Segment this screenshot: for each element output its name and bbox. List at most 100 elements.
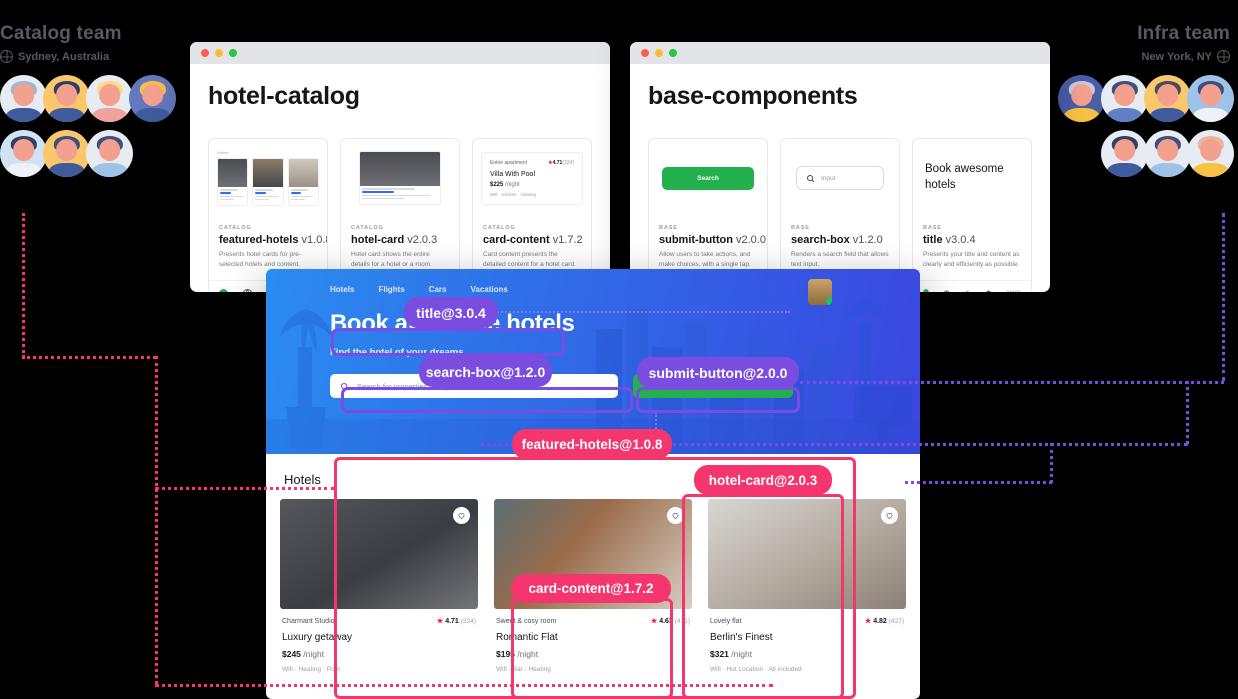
avatar xyxy=(1101,75,1148,122)
component-meta: BASE title v3.0.4 Presents your title an… xyxy=(913,217,1031,280)
star-icon: ★ xyxy=(436,618,444,625)
canvas: Catalog team Sydney, Australia Infra tea… xyxy=(0,0,1238,699)
hotel-name: Luxury getaway xyxy=(282,632,353,643)
component-preview xyxy=(341,139,459,217)
hotel-rating: 4.71 xyxy=(445,617,459,625)
hotel-card[interactable]: Lovely flat ★ 4.82 (427) Berlin's Finest $… xyxy=(708,499,906,673)
favorite-button[interactable] xyxy=(453,507,470,524)
hotel-card[interactable]: Charmant Studio ★ 4.71 (324) Luxury getawa… xyxy=(280,499,478,673)
hotel-rating-row: ★ 4.71 (324) xyxy=(436,617,476,626)
connector-pink-left-h2 xyxy=(155,487,335,490)
hotel-top-row: Sweet & cosy room ★ 4.63 (471) xyxy=(496,617,690,626)
close-icon[interactable] xyxy=(641,49,649,57)
preview-search-input[interactable]: Input xyxy=(796,166,884,190)
hotel-price: $195 xyxy=(496,649,515,659)
maximize-icon[interactable] xyxy=(229,49,237,57)
minimize-icon[interactable] xyxy=(655,49,663,57)
nav-item-hotels[interactable]: Hotels xyxy=(330,285,354,294)
mini-card-amenities: Wifi · Kitchen · Heating xyxy=(490,191,537,197)
component-version: v1.2.0 xyxy=(852,234,883,246)
hero-subheading: Find the hotel of your dreams xyxy=(330,347,464,358)
team-infra-location-row: New York, NY xyxy=(1058,50,1230,63)
badge-title[interactable]: title@3.0.4 xyxy=(404,297,498,328)
component-preview: Book awesome hotels xyxy=(913,139,1031,217)
team-infra-location: New York, NY xyxy=(1141,50,1212,63)
connector-pink-left-h1 xyxy=(22,356,156,359)
team-catalog-location-row: Sydney, Australia xyxy=(0,50,172,63)
minimize-icon[interactable] xyxy=(215,49,223,57)
component-name-row: submit-button v2.0.0 xyxy=(659,234,766,246)
component-name-row: search-box v1.2.0 xyxy=(791,234,889,246)
badge-featured-hotels[interactable]: featured-hotels@1.0.8 xyxy=(512,429,672,459)
component-description: Presents hotel cards for pre-selected ho… xyxy=(219,251,302,269)
connector-purple-right-v3 xyxy=(1050,443,1053,483)
close-icon[interactable] xyxy=(201,49,209,57)
avatar xyxy=(1187,130,1234,177)
favorite-button[interactable] xyxy=(667,507,684,524)
hotel-price: $321 xyxy=(710,649,729,659)
window-base-components[interactable]: base-components Search BASE submit-butto… xyxy=(630,42,1050,292)
component-kind: CATALOG xyxy=(351,225,384,231)
nav-item-vacations[interactable]: Vacations xyxy=(470,285,507,294)
mini-card-kind: Entire apartment xyxy=(490,159,527,166)
favorite-button[interactable] xyxy=(881,507,898,524)
maximize-icon[interactable] xyxy=(669,49,677,57)
hotel-rating-row: ★ 4.63 (471) xyxy=(651,617,690,626)
component-name-row: card-content v1.7.2 xyxy=(483,234,583,246)
hotel-top-row: Lovely flat ★ 4.82 (427) xyxy=(710,617,904,626)
hotel-kind: Sweet & cosy room xyxy=(496,617,557,625)
titlebar[interactable] xyxy=(190,42,610,64)
hotel-per: /night xyxy=(517,649,539,659)
hotel-photo xyxy=(280,499,478,609)
component-name-row: hotel-card v2.0.3 xyxy=(351,234,449,246)
avatar xyxy=(43,75,90,122)
component-preview: Hotels xyxy=(209,139,327,217)
preview-section-label: Hotels xyxy=(217,150,229,156)
mini-card-rating-row: ★4.71(324) xyxy=(548,160,574,166)
mini-card-top: Entire apartment ★4.71(324) xyxy=(490,160,574,166)
hotel-name: Romantic Flat xyxy=(496,632,558,643)
component-size: 98KB xyxy=(1006,291,1021,292)
heart-icon xyxy=(886,513,893,519)
hotel-info: Sweet & cosy room ★ 4.63 (471) Romantic Fl… xyxy=(494,609,692,674)
badge-submit-button[interactable]: submit-button@2.0.0 xyxy=(637,357,799,388)
hotel-rating-row: ★ 4.82 (427) xyxy=(865,617,904,626)
mini-hotel-card: Entire apartment ★4.71(324) Villa With P… xyxy=(481,151,583,205)
component-kind: CATALOG xyxy=(483,225,516,231)
avatar xyxy=(0,130,47,177)
window-hotel-catalog[interactable]: hotel-catalog Hotels CATALOG featured-ho… xyxy=(190,42,610,292)
nav-item-flights[interactable]: Flights xyxy=(378,285,404,294)
titlebar[interactable] xyxy=(630,42,1050,64)
component-card-title[interactable]: Book awesome hotels BASE title v3.0.4 Pr… xyxy=(912,138,1032,292)
hotel-kind: Charmant Studio xyxy=(282,617,335,625)
hotel-per: /night xyxy=(731,649,753,659)
component-description: Hotel card shows the entire details for … xyxy=(351,251,432,269)
preview-submit-button[interactable]: Search xyxy=(662,166,754,190)
hero-section: Hotels Flights Cars Vacations Book aweso… xyxy=(266,269,920,454)
component-description: Allow users to take actions, and make ch… xyxy=(659,251,751,269)
hotel-kind: Lovely flat xyxy=(710,617,742,625)
component-version: v2.0.0 xyxy=(736,234,766,246)
connector-purple-title-h xyxy=(450,311,790,313)
mini-card-per: /night xyxy=(505,181,520,188)
mini-card-rating: 4.71 xyxy=(552,159,563,166)
avatar xyxy=(86,130,133,177)
component-version: v3.0.4 xyxy=(945,234,976,246)
connector-purple-right-v2 xyxy=(1186,381,1189,444)
hero-search-row: Search for properties or keywords.. Sear… xyxy=(330,374,920,398)
avatar xyxy=(86,75,133,122)
mini-card-reviews: (324) xyxy=(562,159,574,166)
hotel-reviews: (471) xyxy=(674,617,690,625)
brand-logo xyxy=(808,279,832,305)
heart-icon xyxy=(672,513,679,519)
status-badge xyxy=(219,289,228,292)
hotel-info: Lovely flat ★ 4.82 (427) Berlin's Finest $… xyxy=(708,609,906,674)
hotel-rating: 4.63 xyxy=(659,617,673,625)
badge-card-content[interactable]: card-content@1.7.2 xyxy=(511,574,671,603)
component-preview: Search xyxy=(649,139,767,217)
badge-hotel-card[interactable]: hotel-card@2.0.3 xyxy=(694,465,832,495)
preview-search-placeholder: Input xyxy=(821,174,836,182)
nav-item-cars[interactable]: Cars xyxy=(429,285,447,294)
globe-icon xyxy=(243,289,252,292)
badge-search-box[interactable]: search-box@1.2.0 xyxy=(419,356,552,387)
